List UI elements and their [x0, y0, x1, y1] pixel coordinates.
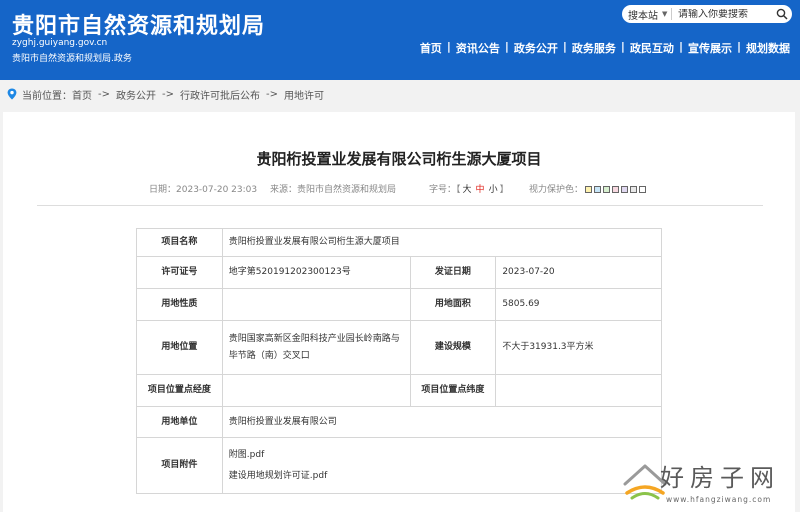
watermark-text: 好房子网 [660, 464, 780, 492]
breadcrumb-permit-publish[interactable]: 行政许可批后公布 [180, 87, 260, 102]
search-scope-label: 搜本站 [628, 10, 658, 22]
longitude-value [221, 374, 411, 407]
longitude-label: 项目位置点经度 [136, 374, 223, 407]
vision-protect: 视力保护色： [529, 182, 647, 195]
permit-table: 项目名称 贵阳桁投置业发展有限公司桁生源大厦项目 许可证号 地字第5201912… [136, 228, 663, 494]
project-name-label: 项目名称 [136, 228, 223, 257]
breadcrumb-prefix: 当前位置： [22, 90, 72, 102]
nav-news[interactable]: 资讯公告 [456, 40, 500, 56]
location-value: 贵阳国家高新区金阳科技产业园长岭南路与毕节路（南）交叉口 [221, 320, 411, 375]
issue-date-value: 2023-07-20 [495, 256, 662, 289]
land-nature-value [221, 288, 411, 321]
nav-separator: | [736, 40, 741, 53]
nav-separator: | [562, 40, 567, 53]
attachment-link[interactable]: 建设用地规划许可证.pdf [229, 468, 655, 485]
site-domain: zyghj.guiyang.gov.cn [12, 38, 108, 48]
article-date: 日期：2023-07-20 23:03 [149, 182, 257, 195]
breadcrumb-home[interactable]: 首页 [72, 87, 92, 102]
attachment-list: 附图.pdf 建设用地规划许可证.pdf [221, 437, 663, 494]
scale-value: 不大于31931.3平方米 [495, 320, 662, 375]
breadcrumb-gov-open[interactable]: 政务公开 [116, 87, 156, 102]
source-value: 贵阳市自然资源和规划局 [297, 185, 397, 195]
watermark-url: www.hfangziwang.com [666, 495, 772, 504]
source-label: 来源： [270, 185, 298, 195]
main-nav: 首页 | 资讯公告 | 政务公开 | 政务服务 | 政民互动 | 宣传展示 | … [420, 40, 790, 56]
breadcrumb: 当前位置： 首页 -> 政务公开 -> 行政许可批后公布 -> 用地许可 [0, 80, 800, 108]
search-icon[interactable] [772, 5, 792, 23]
vision-color-swatch[interactable] [639, 186, 647, 193]
land-unit-value: 贵阳桁投置业发展有限公司 [221, 406, 663, 438]
attachment-link[interactable]: 附图.pdf [229, 447, 655, 464]
table-row: 项目名称 贵阳桁投置业发展有限公司桁生源大厦项目 [136, 228, 663, 257]
table-row: 许可证号 地字第520191202300123号 发证日期 2023-07-20 [136, 256, 662, 289]
location-pin-icon [7, 88, 17, 100]
font-size-large[interactable]: 大 [463, 185, 472, 195]
land-area-value: 5805.69 [495, 288, 662, 321]
issue-date-label: 发证日期 [409, 256, 497, 289]
location-label: 用地位置 [136, 320, 223, 375]
breadcrumb-land-permit[interactable]: 用地许可 [284, 87, 324, 102]
search-box: 搜本站 ▼ [622, 5, 792, 23]
nav-interaction[interactable]: 政民互动 [630, 40, 674, 56]
nav-gov-service[interactable]: 政务服务 [572, 40, 616, 56]
vision-label: 视力保护色： [529, 185, 584, 195]
font-size-control: 字号：【大中小】 [429, 182, 509, 195]
breadcrumb-separator: -> [98, 88, 110, 100]
watermark: 好房子网 www.hfangziwang.com [622, 458, 797, 510]
bracket-open: 【 [456, 185, 461, 195]
latitude-label: 项目位置点纬度 [409, 374, 497, 407]
table-row: 用地单位 贵阳桁投置业发展有限公司 [136, 406, 663, 438]
scale-label: 建设规模 [409, 320, 497, 375]
table-row: 项目附件 附图.pdf 建设用地规划许可证.pdf [136, 437, 663, 494]
site-subtitle: 贵阳市自然资源和规划局.政务 [12, 54, 132, 64]
project-name-value: 贵阳桁投置业发展有限公司桁生源大厦项目 [221, 228, 663, 257]
breadcrumb-separator: -> [266, 88, 278, 100]
article-card: 贵阳桁投置业发展有限公司桁生源大厦项目 日期：2023-07-20 23:03 … [3, 112, 795, 512]
permit-no-label: 许可证号 [136, 256, 223, 289]
table-row: 用地性质 用地面积 5805.69 [136, 288, 662, 321]
nav-planning-data[interactable]: 规划数据 [746, 40, 790, 56]
nav-separator: | [620, 40, 625, 53]
attachment-label: 项目附件 [136, 437, 223, 494]
permit-no-value: 地字第520191202300123号 [221, 256, 411, 289]
vision-color-swatch[interactable] [585, 186, 593, 193]
date-value: 2023-07-20 23:03 [176, 185, 258, 195]
nav-gov-open[interactable]: 政务公开 [514, 40, 558, 56]
land-unit-label: 用地单位 [136, 406, 223, 438]
font-size-medium[interactable]: 中 [476, 185, 485, 195]
vision-color-swatch[interactable] [603, 186, 611, 193]
search-input[interactable] [672, 8, 772, 20]
vision-color-swatch[interactable] [594, 186, 602, 193]
page-title: 贵阳桁投置业发展有限公司桁生源大厦项目 [256, 150, 542, 168]
land-nature-label: 用地性质 [136, 288, 223, 321]
nav-separator: | [678, 40, 683, 53]
divider [37, 205, 763, 206]
table-row: 用地位置 贵阳国家高新区金阳科技产业园长岭南路与毕节路（南）交叉口 建设规模 不… [136, 320, 662, 375]
vision-color-swatch[interactable] [630, 186, 638, 193]
vision-color-swatch[interactable] [612, 186, 620, 193]
table-row: 项目位置点经度 项目位置点纬度 [136, 374, 662, 407]
nav-home[interactable]: 首页 [420, 40, 442, 56]
breadcrumb-separator: -> [162, 88, 174, 100]
latitude-value [495, 374, 662, 407]
chevron-down-icon: ▼ [662, 10, 668, 18]
article-source: 来源：贵阳市自然资源和规划局 [270, 182, 396, 195]
land-area-label: 用地面积 [409, 288, 497, 321]
nav-separator: | [446, 40, 451, 53]
site-title[interactable]: 贵阳市自然资源和规划局 [12, 8, 265, 40]
font-size-label: 字号： [429, 185, 457, 195]
nav-separator: | [504, 40, 509, 53]
bracket-close: 】 [499, 185, 509, 195]
nav-display[interactable]: 宣传展示 [688, 40, 732, 56]
date-label: 日期： [149, 185, 177, 195]
vision-color-swatch[interactable] [621, 186, 629, 193]
search-scope-select[interactable]: 搜本站 ▼ [622, 8, 672, 22]
font-size-small[interactable]: 小 [489, 185, 498, 195]
site-header: 贵阳市自然资源和规划局 zyghj.guiyang.gov.cn 贵阳市自然资源… [0, 0, 800, 80]
article-meta: 日期：2023-07-20 23:03 来源：贵阳市自然资源和规划局 字号：【大… [3, 182, 795, 196]
